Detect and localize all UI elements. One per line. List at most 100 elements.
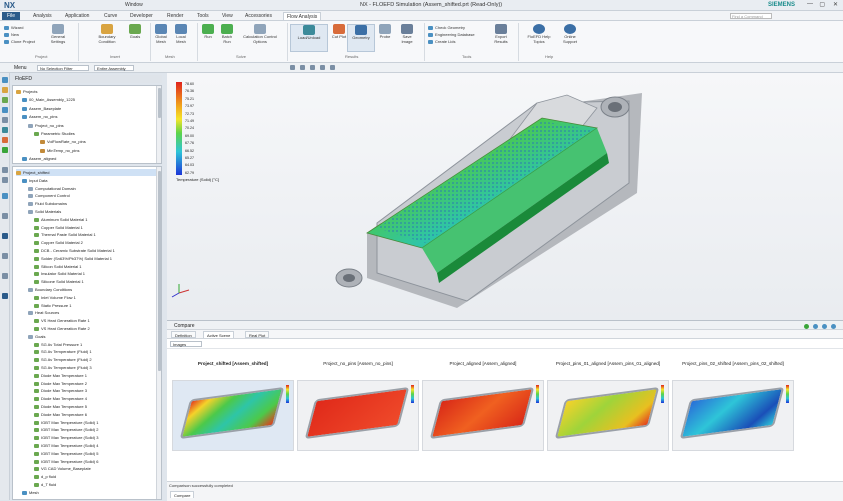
tree-item[interactable]: d_p fluid <box>34 473 156 480</box>
tree-item[interactable]: IGBT Max Temperature (Solid) 3 <box>34 434 156 441</box>
tree-item[interactable]: Diode Max Temperature 2 <box>34 380 156 387</box>
settings-icon[interactable] <box>822 324 827 329</box>
tab-active-scene[interactable]: Active Scene <box>203 331 235 338</box>
new-project-button[interactable]: New <box>4 32 19 37</box>
tree-item[interactable]: SG Av Temperature (Fluid) 3 <box>34 364 156 371</box>
history-icon[interactable] <box>2 167 8 173</box>
load-unload-button[interactable]: Load/Unload <box>290 24 328 52</box>
clock-icon[interactable] <box>2 213 8 219</box>
goals-button[interactable]: Goals <box>124 24 146 40</box>
compare-thumbnail[interactable] <box>547 380 669 451</box>
tree-item[interactable]: 00_Main_Assembly_1225 <box>22 96 156 103</box>
compare-thumbnail[interactable] <box>672 380 794 451</box>
tree-item[interactable]: Diode Max Temperature 5 <box>34 403 156 410</box>
run-button[interactable]: Run <box>200 24 216 40</box>
roles-icon[interactable] <box>2 253 8 259</box>
scope-dropdown[interactable]: Entire Assembly <box>94 65 134 71</box>
layer-icon[interactable] <box>2 293 8 299</box>
process-icon[interactable] <box>2 233 8 239</box>
point-icon[interactable] <box>300 65 305 70</box>
global-mesh-button[interactable]: Global Mesh <box>152 24 170 44</box>
tree-item[interactable]: Projects <box>16 88 156 95</box>
tree-item[interactable]: VG CAD Volume_Baseplate <box>34 465 156 472</box>
tree-item[interactable]: SG Av Temperature (Fluid) 1 <box>34 348 156 355</box>
tree-item[interactable]: IGBT Max Temperature (Solid) 6 <box>34 458 156 465</box>
tree-item[interactable]: Static Pressure 1 <box>34 302 156 309</box>
floefd-icon[interactable] <box>2 127 8 133</box>
tab-compare-bottom[interactable]: Compare <box>170 491 195 498</box>
tab-developer[interactable]: Developer <box>127 12 156 20</box>
tree-item[interactable]: d_T fluid <box>34 481 156 488</box>
tab-flow-analysis[interactable]: Flow Analysis <box>283 12 322 20</box>
reuse-icon[interactable] <box>2 117 8 123</box>
tree-item[interactable]: Fluid Subdomains <box>28 200 156 207</box>
tree-item[interactable]: IGBT Max Temperature (Solid) 5 <box>34 450 156 457</box>
cut-plot-button[interactable]: Cut Plot <box>330 24 348 40</box>
web-icon[interactable] <box>2 177 8 183</box>
tree-item[interactable]: MinTemp_no_pins <box>40 147 156 154</box>
tree-item[interactable]: VS Heat Generation Rate 1 <box>34 317 156 324</box>
tree-item[interactable]: IGBT Max Temperature (Solid) 1 <box>34 419 156 426</box>
images-dropdown[interactable]: Images <box>170 341 202 347</box>
tab-tools[interactable]: Tools <box>194 12 212 20</box>
tree-item[interactable]: Diode Max Temperature 3 <box>34 387 156 394</box>
tab-curve[interactable]: Curve <box>101 12 120 20</box>
engineering-database-button[interactable]: Engineering Database <box>428 32 475 37</box>
tree-item[interactable]: Boundary Conditions <box>28 286 156 293</box>
tree-item[interactable]: Goals <box>28 333 156 340</box>
tree-item[interactable]: Aluminum Solid Material 1 <box>34 216 156 223</box>
tab-view[interactable]: View <box>219 12 236 20</box>
minimize-button[interactable]: — <box>807 1 813 7</box>
analysis-icon[interactable] <box>2 137 8 143</box>
general-settings-button[interactable]: General Settings <box>47 24 69 44</box>
batch-run-button[interactable]: Batch Run <box>218 24 236 44</box>
tree-item[interactable]: Input Data <box>22 177 156 184</box>
tab-real-plot[interactable]: Real Plot <box>245 331 270 338</box>
clone-project-button[interactable]: Clone Project <box>4 39 35 44</box>
tree-item[interactable]: Insulator Solid Material 1 <box>34 270 156 277</box>
tree-item[interactable]: Copper Solid Material 1 <box>34 224 156 231</box>
tree-item[interactable]: VS Heat Generation Rate 2 <box>34 325 156 332</box>
tree-item[interactable]: Thermal Paste Solid Material 1 <box>34 231 156 238</box>
export-results-button[interactable]: Export Results <box>490 24 512 44</box>
tab-accessories[interactable]: Accessories <box>242 12 275 20</box>
palette-icon[interactable] <box>2 193 8 199</box>
boundary-condition-button[interactable]: Boundary Condition <box>93 24 121 44</box>
tree-item[interactable]: Assem_Baseplate <box>22 105 156 112</box>
command-search-input[interactable]: Find a Command <box>730 13 772 19</box>
geometry-button[interactable]: Geometry <box>347 24 375 52</box>
compare-thumbnail[interactable] <box>172 380 294 451</box>
snap-icon[interactable] <box>290 65 295 70</box>
tree-item[interactable]: Solid Materials <box>28 208 156 215</box>
close-button[interactable]: ✕ <box>833 1 838 8</box>
tree-item[interactable]: Diode Max Temperature 4 <box>34 395 156 402</box>
help-icon[interactable] <box>831 324 836 329</box>
tree-item[interactable]: Mesh <box>22 489 156 496</box>
local-mesh-button[interactable]: Local Mesh <box>172 24 190 44</box>
render-icon[interactable] <box>330 65 335 70</box>
model-render[interactable] <box>167 73 843 320</box>
tab-analysis[interactable]: Analysis <box>30 12 55 20</box>
tab-file[interactable]: File <box>2 12 20 20</box>
projects-tree-scrollbar[interactable] <box>156 86 161 163</box>
tree-item[interactable]: Project_no_pins <box>28 122 156 129</box>
graphics-viewport[interactable] <box>167 73 843 320</box>
tree-item[interactable]: Assem_no_pins <box>22 113 156 120</box>
probe-button[interactable]: Probe <box>377 24 393 40</box>
tree-item[interactable]: Silicon Solid Material 1 <box>34 263 156 270</box>
tree-item[interactable]: Parametric Studies <box>34 130 156 137</box>
tree-item[interactable]: Diode Max Temperature 6 <box>34 411 156 418</box>
wizard-button[interactable]: Wizard <box>4 25 23 30</box>
tree-item[interactable]: Silicone Solid Material 1 <box>34 278 156 285</box>
tree-item[interactable]: Component Control <box>28 192 156 199</box>
tree-item[interactable]: SG Av Temperature (Fluid) 2 <box>34 356 156 363</box>
tab-application[interactable]: Application <box>62 12 92 20</box>
tab-definition[interactable]: Definition <box>171 331 196 338</box>
tab-render[interactable]: Render <box>164 12 186 20</box>
tree-item[interactable]: Project_shifted <box>16 169 156 176</box>
compare-thumbnail[interactable] <box>422 380 544 451</box>
results-icon[interactable] <box>2 147 8 153</box>
tree-item[interactable]: IGBT Max Temperature (Solid) 4 <box>34 442 156 449</box>
ok-icon[interactable] <box>804 324 809 329</box>
tree-item[interactable]: Computational Domain <box>28 185 156 192</box>
